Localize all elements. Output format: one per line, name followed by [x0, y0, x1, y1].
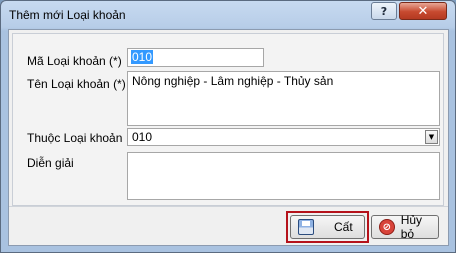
name-value: Nông nghiệp - Lâm nghiệp - Thủy sản — [132, 74, 334, 88]
parent-label: Thuộc Loại khoản — [27, 131, 123, 145]
close-icon: ✕ — [417, 3, 429, 19]
dialog-body: Mã Loại khoản (*) 010 Tên Loại khoản (*)… — [8, 29, 449, 246]
cancel-glyph: ⊘ — [382, 221, 392, 233]
name-label: Tên Loại khoản (*) — [27, 77, 126, 91]
dropdown-button[interactable]: ▼ — [425, 130, 438, 144]
cancel-button[interactable]: ⊘ Hủy bỏ — [371, 213, 439, 241]
floppy-disk-icon — [298, 219, 314, 235]
parent-value: 010 — [132, 130, 153, 144]
desc-label: Diễn giải — [27, 156, 74, 170]
code-input[interactable]: 010 — [127, 48, 264, 67]
save-button[interactable]: Cất — [290, 215, 365, 239]
dialog-window: Thêm mới Loại khoản ? ✕ Mã Loại khoản (*… — [0, 0, 456, 253]
desc-textarea[interactable] — [127, 152, 440, 200]
save-label: Cất — [334, 220, 353, 234]
code-value: 010 — [131, 50, 154, 64]
button-bar: Cất ⊘ Hủy bỏ — [9, 206, 448, 245]
title-bar: Thêm mới Loại khoản ? ✕ — [1, 1, 455, 29]
parent-select[interactable]: 010 ▼ — [127, 128, 440, 146]
form-group: Mã Loại khoản (*) 010 Tên Loại khoản (*)… — [12, 33, 444, 206]
dialog-title: Thêm mới Loại khoản — [9, 8, 126, 22]
name-textarea[interactable]: Nông nghiệp - Lâm nghiệp - Thủy sản — [127, 71, 440, 126]
close-button[interactable]: ✕ — [399, 2, 447, 20]
cancel-icon: ⊘ — [379, 219, 395, 235]
help-button[interactable]: ? — [371, 2, 397, 20]
chevron-down-icon: ▼ — [428, 133, 435, 141]
cancel-label: Hủy bỏ — [400, 213, 423, 241]
help-icon: ? — [380, 4, 388, 18]
code-label: Mã Loại khoản (*) — [27, 54, 122, 68]
